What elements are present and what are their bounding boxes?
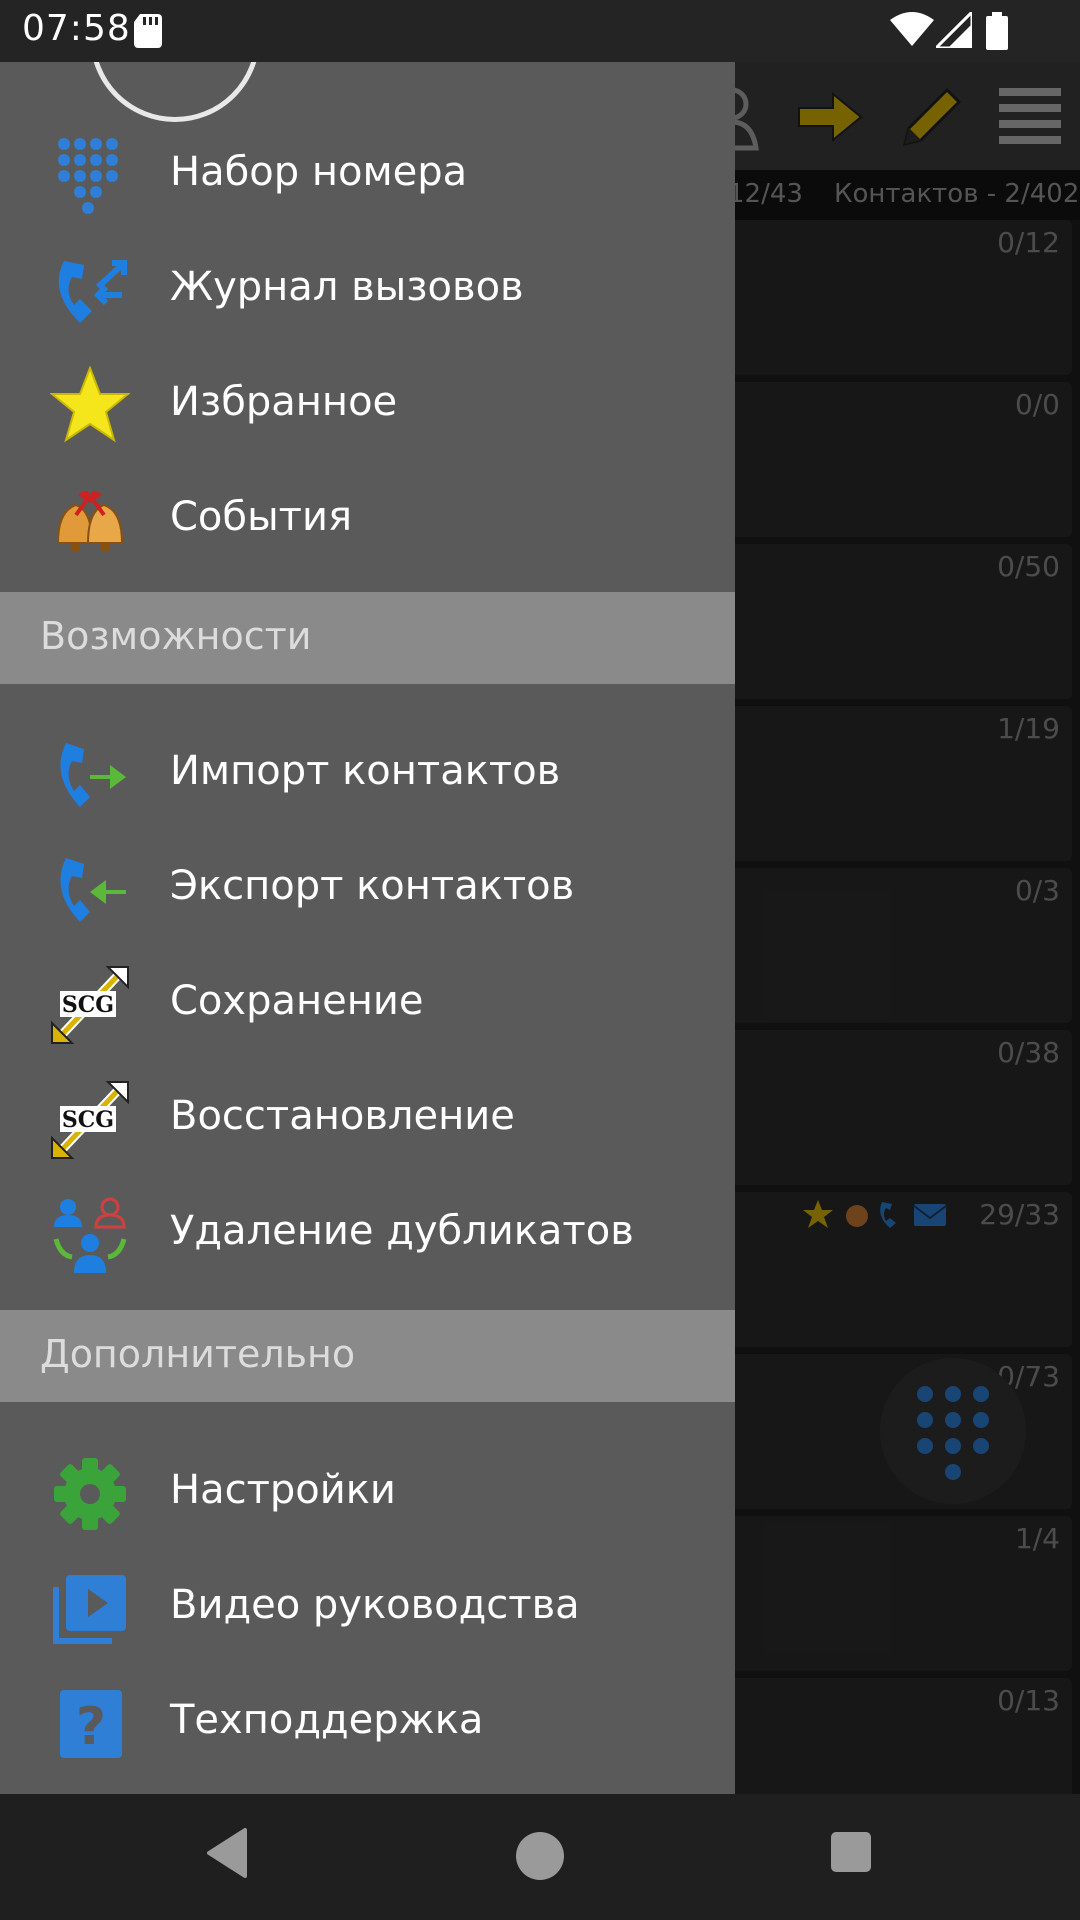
avatar: [90, 62, 260, 122]
video-icon: [53, 1575, 126, 1644]
menu-label: Видео руководства: [170, 1582, 580, 1628]
menu-item-import[interactable]: Импорт контактов: [0, 715, 735, 825]
signal-icon: [936, 12, 972, 48]
menu-item-backup[interactable]: SCG Сохранение: [0, 945, 735, 1055]
restore-icon: SCG: [51, 1080, 129, 1160]
section-header-extra: Дополнительно: [0, 1310, 735, 1402]
menu-item-settings[interactable]: Настройки: [0, 1434, 735, 1544]
help-icon: ?: [60, 1690, 122, 1758]
call-log-icon: [58, 260, 127, 323]
menu-label: Журнал вызовов: [170, 264, 524, 310]
navigation-drawer: Набор номера Журнал вызовов Избранное Со…: [0, 62, 735, 1794]
system-nav-bar: [0, 1794, 1080, 1920]
import-icon: [60, 743, 126, 807]
scg-logo: SCG: [62, 992, 114, 1018]
dialpad-icon: [58, 138, 118, 214]
sd-card-icon: [134, 14, 162, 48]
menu-item-events[interactable]: События: [0, 461, 735, 571]
menu-item-restore[interactable]: SCG Восстановление: [0, 1060, 735, 1170]
menu-item-video-guides[interactable]: Видео руководства: [0, 1549, 735, 1659]
menu-label: Импорт контактов: [170, 748, 561, 794]
gear-icon: [54, 1458, 126, 1530]
menu-item-export[interactable]: Экспорт контактов: [0, 830, 735, 940]
scg-logo: SCG: [62, 1107, 114, 1133]
wifi-icon: [890, 12, 934, 46]
menu-label: Техподдержка: [170, 1697, 484, 1743]
menu-label: Удаление дубликатов: [170, 1208, 634, 1254]
svg-text:?: ?: [76, 1697, 106, 1757]
menu-label: События: [170, 494, 353, 540]
back-icon[interactable]: [205, 1828, 249, 1878]
section-label: Дополнительно: [40, 1332, 356, 1376]
screen: 07:58 12/43 Контактов - 2/402 0/12 0/0 0…: [0, 0, 1080, 1920]
backup-icon: SCG: [51, 965, 129, 1045]
menu-label: Настройки: [170, 1467, 396, 1513]
star-icon: [50, 366, 130, 443]
menu-item-favorites[interactable]: Избранное: [0, 346, 735, 456]
status-time: 07:58: [22, 8, 131, 49]
export-icon: [60, 858, 126, 922]
menu-label: Восстановление: [170, 1093, 515, 1139]
menu-label: Сохранение: [170, 978, 424, 1024]
menu-item-support[interactable]: ? Техподдержка: [0, 1664, 735, 1774]
section-label: Возможности: [40, 614, 312, 658]
menu-item-merge-duplicates[interactable]: Удаление дубликатов: [0, 1175, 735, 1285]
battery-icon: [986, 12, 1008, 50]
section-header-features: Возможности: [0, 592, 735, 684]
menu-label: Экспорт контактов: [170, 863, 575, 909]
menu-label: Избранное: [170, 379, 398, 425]
menu-label: Набор номера: [170, 149, 468, 195]
menu-item-dialer[interactable]: Набор номера: [0, 116, 735, 226]
bells-icon: [56, 490, 124, 552]
status-bar: 07:58: [0, 0, 1080, 62]
merge-duplicates-icon: [53, 1197, 127, 1273]
home-button[interactable]: [516, 1832, 564, 1880]
recents-button[interactable]: [831, 1832, 871, 1872]
menu-item-call-log[interactable]: Журнал вызовов: [0, 231, 735, 341]
